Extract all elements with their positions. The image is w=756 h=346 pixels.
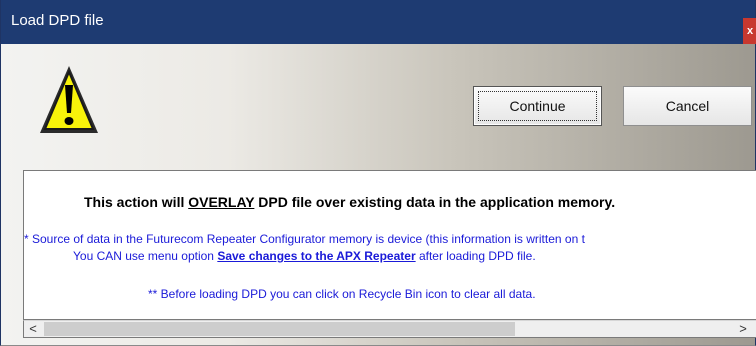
source-info-text: * Source of data in the Futurecom Repeat… [24, 232, 585, 246]
warning-icon [38, 63, 100, 144]
save-hint-text: You CAN use menu option Save changes to … [73, 249, 536, 263]
overlay-warning-text: This action will OVERLAY DPD file over e… [84, 194, 615, 210]
save-hint-part: You CAN use menu option [73, 249, 218, 263]
warning-text-part: DPD file over existing data in the appli… [254, 194, 616, 210]
scroll-right-icon[interactable]: > [734, 321, 752, 337]
scrollbar-thumb[interactable] [44, 322, 515, 336]
cancel-button-label: Cancel [665, 98, 710, 114]
horizontal-scrollbar[interactable]: < > [23, 320, 756, 338]
dialog-window: Load DPD file x Continue Cancel This act… [0, 0, 756, 346]
save-hint-part: after loading DPD file. [415, 249, 536, 263]
save-changes-link[interactable]: Save changes to the APX Repeater [217, 249, 415, 263]
close-button[interactable]: x [743, 18, 756, 44]
overlay-emphasis: OVERLAY [188, 194, 255, 210]
title-bar[interactable]: Load DPD file x [1, 0, 756, 44]
scroll-left-icon[interactable]: < [24, 321, 42, 337]
recycle-bin-hint-text: ** Before loading DPD you can click on R… [148, 287, 536, 301]
cancel-button[interactable]: Cancel [623, 86, 752, 126]
continue-button[interactable]: Continue [473, 86, 602, 126]
warning-text-part: This action will [84, 194, 189, 210]
focus-rectangle [478, 91, 597, 121]
window-title: Load DPD file [11, 12, 104, 29]
message-panel: This action will OVERLAY DPD file over e… [23, 170, 756, 320]
